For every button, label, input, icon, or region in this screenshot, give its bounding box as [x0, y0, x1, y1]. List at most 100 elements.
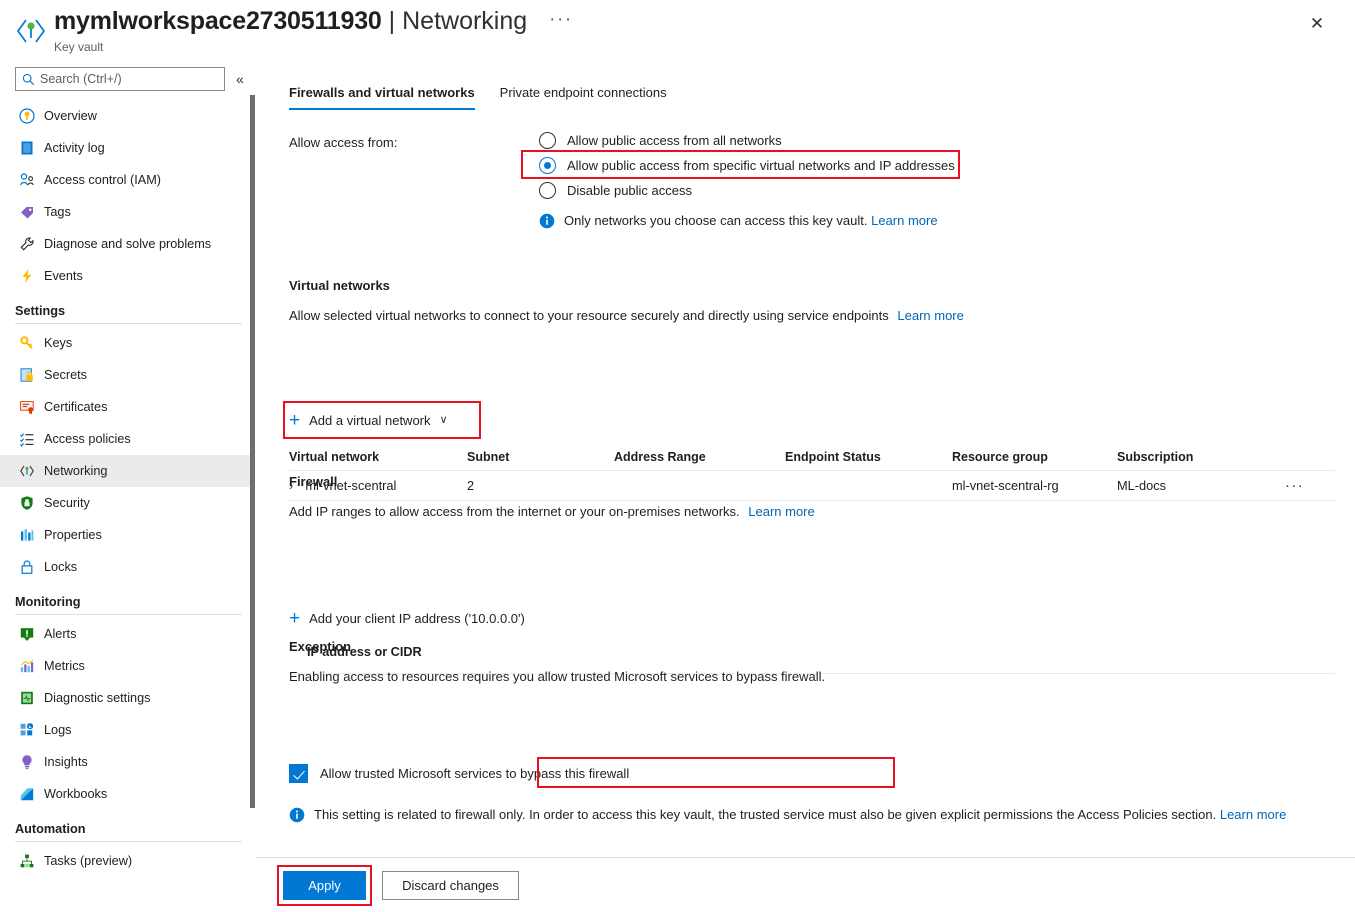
azure-portal-networking-blade: mymlworkspace2730511930 | Networking ···…	[0, 0, 1355, 912]
sidebar-item-certificates[interactable]: Certificates	[0, 391, 256, 423]
trusted-services-checkbox-row[interactable]: Allow trusted Microsoft services to bypa…	[289, 760, 629, 786]
firewall-description: Add IP ranges to allow access from the i…	[289, 504, 740, 519]
sidebar-item-diagnose-and-solve-problems[interactable]: Diagnose and solve problems	[0, 228, 256, 260]
tab-private-endpoint-connections[interactable]: Private endpoint connections	[500, 84, 667, 110]
plus-icon: +	[289, 409, 301, 431]
trusted-services-checkbox[interactable]	[289, 763, 308, 783]
command-footer: Apply Discard changes	[256, 857, 1355, 912]
sidebar-item-tags[interactable]: Tags	[0, 196, 256, 228]
main-content: Firewalls and virtual networks Private en…	[256, 62, 1355, 912]
key-vault-logo-icon	[16, 19, 46, 43]
networking-icon	[18, 463, 35, 480]
sidebar-item-keys[interactable]: Keys	[0, 327, 256, 359]
sidebar-item-activity-log[interactable]: Activity log	[0, 132, 256, 164]
tab-firewalls-and-virtual-networks[interactable]: Firewalls and virtual networks	[289, 84, 475, 110]
sidebar-item-label: Logs	[44, 723, 72, 737]
close-icon[interactable]: ✕	[1303, 10, 1331, 38]
sidebar-nav-list: Overview Activity log Access control (IAM)…	[0, 100, 256, 877]
secrets-icon	[18, 367, 35, 384]
sidebar-item-label: Security	[44, 496, 90, 510]
public-access-learn-more-link[interactable]: Learn more	[871, 213, 937, 228]
search-placeholder: Search (Ctrl+/)	[40, 72, 122, 86]
search-icon	[22, 73, 35, 85]
sidebar: Search (Ctrl+/) « Overview Activity log Ac…	[0, 62, 256, 912]
search-input[interactable]: Search (Ctrl+/)	[15, 67, 225, 91]
sidebar-item-security[interactable]: Security	[0, 487, 256, 519]
page-title-block: mymlworkspace2730511930 | Networking ···…	[54, 5, 573, 55]
sidebar-item-networking[interactable]: Networking	[0, 455, 255, 487]
sidebar-item-access-policies[interactable]: Access policies	[0, 423, 256, 455]
trusted-services-checkbox-label[interactable]: Allow trusted Microsoft services to bypa…	[320, 765, 629, 782]
sidebar-item-label: Overview	[44, 109, 97, 123]
sidebar-item-properties[interactable]: Properties	[0, 519, 256, 551]
sidebar-item-diagnostic-settings[interactable]: Diagnostic settings	[0, 682, 256, 714]
sidebar-item-access-control-iam[interactable]: Access control (IAM)	[0, 164, 256, 196]
collapse-sidebar-icon[interactable]: «	[236, 72, 244, 86]
certificate-icon	[18, 399, 35, 416]
radio-option-all-networks[interactable]: Allow public access from all networks	[539, 128, 955, 153]
sidebar-item-insights[interactable]: Insights	[0, 746, 256, 778]
sidebar-scrollbar[interactable]	[250, 95, 255, 808]
column-header-address-range: Address Range	[614, 450, 706, 464]
column-header-virtual-network: Virtual network	[289, 450, 380, 464]
virtual-networks-learn-more-link[interactable]: Learn more	[897, 308, 963, 323]
exception-learn-more-link[interactable]: Learn more	[1220, 807, 1286, 822]
radio-disable-public-label[interactable]: Disable public access	[567, 182, 692, 199]
table-row[interactable]: › ml-vnet-scentral 2 ml-vnet-scentral-rg ML-…	[289, 470, 1335, 501]
sidebar-item-workbooks[interactable]: Workbooks	[0, 778, 256, 810]
column-header-resource-group: Resource group	[952, 450, 1048, 464]
lightning-icon	[18, 268, 35, 285]
info-icon-exception	[289, 807, 305, 823]
tasks-icon	[18, 853, 35, 870]
sidebar-group-divider	[15, 323, 242, 324]
radio-all-networks-icon[interactable]	[539, 132, 556, 149]
sidebar-item-label: Events	[44, 269, 83, 283]
sidebar-item-locks[interactable]: Locks	[0, 551, 256, 583]
sidebar-item-metrics[interactable]: Metrics	[0, 650, 256, 682]
sidebar-item-secrets[interactable]: Secrets	[0, 359, 256, 391]
radio-specific-networks-label[interactable]: Allow public access from specific virtua…	[567, 157, 955, 174]
virtual-networks-description: Allow selected virtual networks to conne…	[289, 308, 889, 323]
sidebar-item-label: Keys	[44, 336, 73, 350]
sidebar-group-title-automation: Automation	[15, 822, 86, 836]
add-virtual-network-button[interactable]: + Add a virtual network ∨	[289, 407, 448, 433]
diagnostic-settings-icon	[18, 690, 35, 707]
add-client-ip-label: Add your client IP address ('10.0.0.0')	[309, 610, 525, 626]
properties-icon	[18, 527, 35, 544]
lock-icon	[18, 559, 35, 576]
alerts-icon	[18, 626, 35, 643]
tab-bar: Firewalls and virtual networks Private en…	[289, 84, 692, 110]
chevron-down-icon[interactable]: ∨	[440, 414, 448, 426]
sidebar-item-label: Secrets	[44, 368, 88, 382]
sidebar-item-alerts[interactable]: Alerts	[0, 618, 256, 650]
radio-option-specific-networks[interactable]: Allow public access from specific virtua…	[521, 150, 960, 179]
metrics-icon	[18, 658, 35, 675]
radio-option-disable-public[interactable]: Disable public access	[539, 178, 955, 203]
column-header-subscription: Subscription	[1117, 450, 1194, 464]
wrench-icon	[18, 236, 35, 253]
radio-all-networks-label[interactable]: Allow public access from all networks	[567, 132, 782, 149]
key-circle-icon	[18, 108, 35, 125]
radio-disable-public-icon[interactable]	[539, 182, 556, 199]
sidebar-item-tasks-preview[interactable]: Tasks (preview)	[0, 845, 256, 877]
sidebar-item-events[interactable]: Events	[0, 260, 256, 292]
more-options-icon[interactable]: ···	[549, 9, 572, 31]
cell-subnet: 2	[467, 477, 475, 493]
cell-resource-group: ml-vnet-scentral-rg	[952, 477, 1059, 493]
sidebar-item-label: Diagnostic settings	[44, 691, 151, 705]
sidebar-item-label: Diagnose and solve problems	[44, 237, 212, 251]
add-client-ip-button[interactable]: + Add your client IP address ('10.0.0.0'…	[289, 606, 525, 630]
sidebar-item-overview[interactable]: Overview	[0, 100, 256, 132]
sidebar-item-label: Access policies	[44, 432, 131, 446]
column-header-endpoint-status: Endpoint Status	[785, 450, 881, 464]
page-subtitle-name: Networking	[402, 7, 528, 35]
radio-specific-networks-icon[interactable]	[539, 157, 556, 174]
exception-description: Enabling access to resources requires yo…	[289, 669, 826, 684]
exception-note-label: This setting is related to firewall only…	[314, 807, 1217, 822]
row-context-menu-icon[interactable]: ···	[1285, 477, 1304, 494]
firewall-learn-more-link[interactable]: Learn more	[748, 504, 814, 519]
sidebar-item-label: Networking	[44, 464, 108, 478]
apply-button[interactable]: Apply	[283, 871, 366, 900]
sidebar-item-logs[interactable]: Logs	[0, 714, 256, 746]
discard-changes-button[interactable]: Discard changes	[382, 871, 519, 900]
